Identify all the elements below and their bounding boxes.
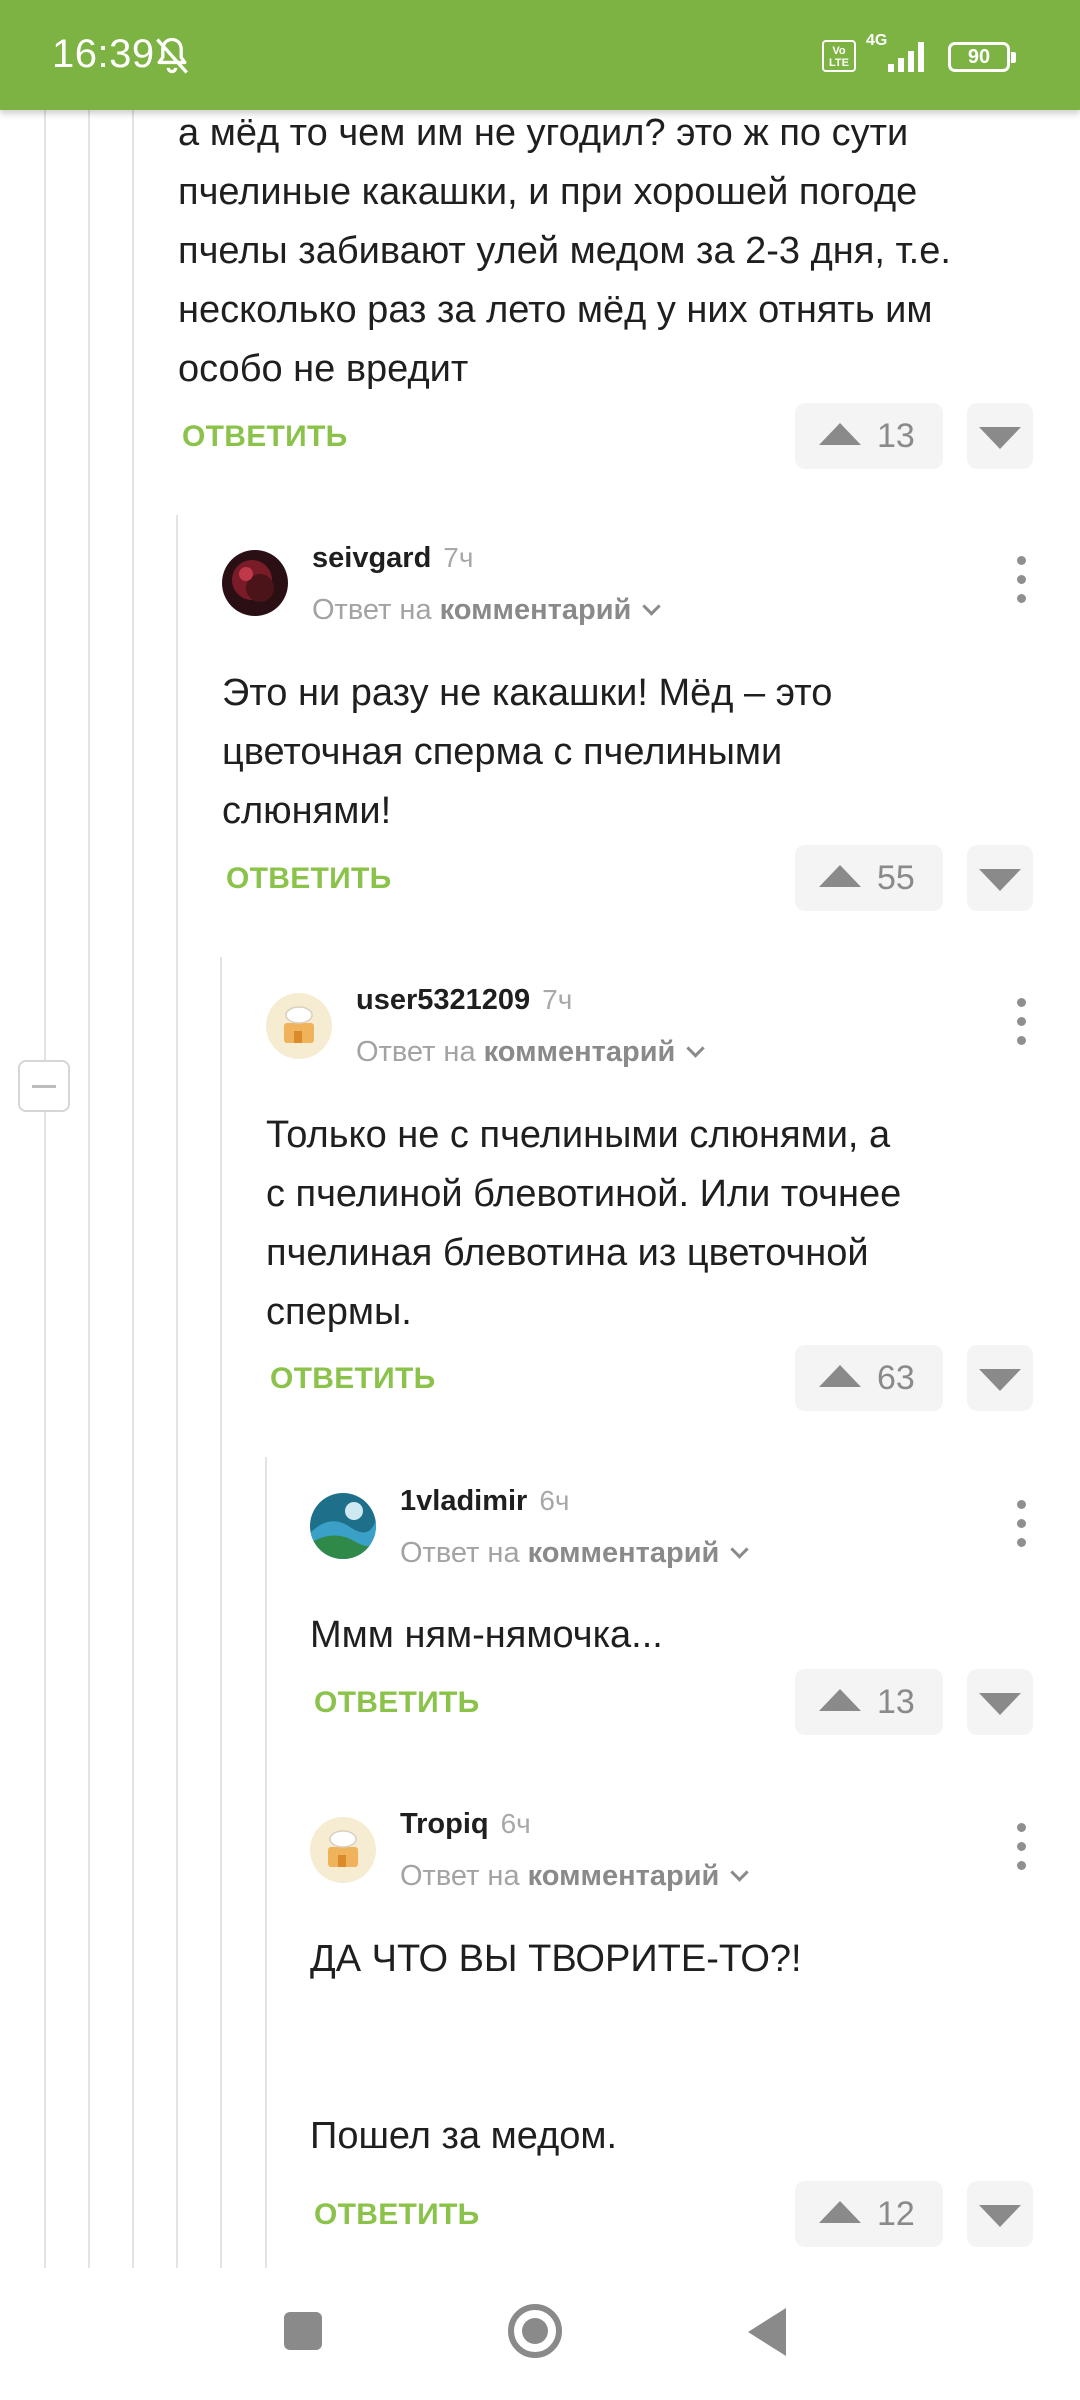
avatar[interactable] bbox=[310, 1817, 376, 1883]
avatar[interactable] bbox=[310, 1493, 376, 1559]
score: 12 bbox=[877, 2195, 915, 2233]
chevron-down-icon bbox=[730, 1540, 750, 1559]
status-bar: 16:39 Vo LTE 4G 90 bbox=[0, 0, 1080, 110]
comment-text: Это ни разу не какашки! Мёд – это цветоч… bbox=[222, 672, 833, 832]
score: 13 bbox=[877, 417, 915, 455]
comment-text: а мёд то чем им не угодил? это ж по сути… bbox=[178, 112, 951, 390]
more-options-icon[interactable] bbox=[1008, 556, 1038, 606]
arrow-down-icon bbox=[979, 427, 1021, 449]
arrow-down-icon bbox=[979, 869, 1021, 891]
upvote-button[interactable]: 63 bbox=[795, 1345, 943, 1411]
downvote-button[interactable] bbox=[967, 1345, 1033, 1411]
comment-time: 6ч bbox=[500, 1808, 531, 1839]
score: 63 bbox=[877, 1359, 915, 1397]
reply-button[interactable]: ОТВЕТИТЬ bbox=[314, 2198, 480, 2232]
avatar[interactable] bbox=[266, 993, 332, 1059]
collapse-thread-button[interactable] bbox=[18, 1060, 70, 1112]
bell-muted-icon bbox=[156, 37, 188, 74]
reply-button[interactable]: ОТВЕТИТЬ bbox=[314, 1686, 480, 1720]
downvote-button[interactable] bbox=[967, 845, 1033, 911]
comment-time: 6ч bbox=[539, 1485, 570, 1516]
chevron-down-icon bbox=[686, 1039, 706, 1058]
comment-text: Только не с пчелиными слюнями, а с пчели… bbox=[266, 1114, 902, 1333]
upvote-button[interactable]: 12 bbox=[795, 2181, 943, 2247]
volte-icon: Vo LTE bbox=[822, 40, 856, 72]
thread-line bbox=[44, 110, 46, 2268]
reply-to[interactable]: Ответ на комментарий bbox=[400, 1860, 750, 1893]
reply-button[interactable]: ОТВЕТИТЬ bbox=[270, 1362, 436, 1396]
arrow-up-icon bbox=[819, 423, 861, 445]
comment-time: 7ч bbox=[542, 984, 573, 1015]
comment-text: Ммм ням-нямочка... bbox=[310, 1614, 663, 1656]
thread-line bbox=[176, 515, 178, 2268]
comment-text: ДА ЧТО ВЫ ТВОРИТЕ-ТО?! Пошел за медом. bbox=[310, 1938, 802, 2157]
arrow-up-icon bbox=[819, 1365, 861, 1387]
thread-line bbox=[132, 110, 134, 2268]
score: 55 bbox=[877, 859, 915, 897]
thread-line bbox=[88, 110, 90, 2268]
reply-to[interactable]: Ответ на комментарий bbox=[400, 1537, 750, 1570]
arrow-up-icon bbox=[819, 1689, 861, 1711]
signal-icon bbox=[888, 42, 924, 72]
upvote-button[interactable]: 13 bbox=[795, 403, 943, 469]
upvote-button[interactable]: 13 bbox=[795, 1669, 943, 1735]
recents-icon[interactable] bbox=[284, 2312, 322, 2350]
username[interactable]: Tropiq 6ч bbox=[400, 1808, 531, 1841]
more-options-icon[interactable] bbox=[1008, 998, 1038, 1048]
navigation-bar bbox=[0, 2268, 1080, 2400]
arrow-down-icon bbox=[979, 1369, 1021, 1391]
reply-button[interactable]: ОТВЕТИТЬ bbox=[182, 420, 348, 454]
arrow-up-icon bbox=[819, 865, 861, 887]
battery-icon: 90 bbox=[948, 42, 1016, 72]
downvote-button[interactable] bbox=[967, 2181, 1033, 2247]
downvote-button[interactable] bbox=[967, 1669, 1033, 1735]
reply-to[interactable]: Ответ на комментарий bbox=[356, 1036, 706, 1069]
home-icon[interactable] bbox=[508, 2304, 562, 2358]
username[interactable]: 1vladimir 6ч bbox=[400, 1485, 570, 1518]
score: 13 bbox=[877, 1683, 915, 1721]
arrow-down-icon bbox=[979, 2205, 1021, 2227]
reply-button[interactable]: ОТВЕТИТЬ bbox=[226, 862, 392, 896]
thread-line bbox=[265, 1457, 267, 2268]
avatar[interactable] bbox=[222, 550, 288, 616]
upvote-button[interactable]: 55 bbox=[795, 845, 943, 911]
username[interactable]: user5321209 7ч bbox=[356, 984, 572, 1017]
chevron-down-icon bbox=[730, 1863, 750, 1882]
reply-to[interactable]: Ответ на комментарий bbox=[312, 594, 662, 627]
downvote-button[interactable] bbox=[967, 403, 1033, 469]
arrow-down-icon bbox=[979, 1693, 1021, 1715]
arrow-up-icon bbox=[819, 2201, 861, 2223]
comment-time: 7ч bbox=[443, 542, 474, 573]
status-time: 16:39 bbox=[52, 32, 155, 76]
username[interactable]: seivgard 7ч bbox=[312, 542, 473, 575]
chevron-down-icon bbox=[642, 597, 662, 616]
more-options-icon[interactable] bbox=[1008, 1823, 1038, 1873]
more-options-icon[interactable] bbox=[1008, 1500, 1038, 1550]
thread-line bbox=[220, 957, 222, 2268]
back-icon[interactable] bbox=[748, 2308, 786, 2356]
